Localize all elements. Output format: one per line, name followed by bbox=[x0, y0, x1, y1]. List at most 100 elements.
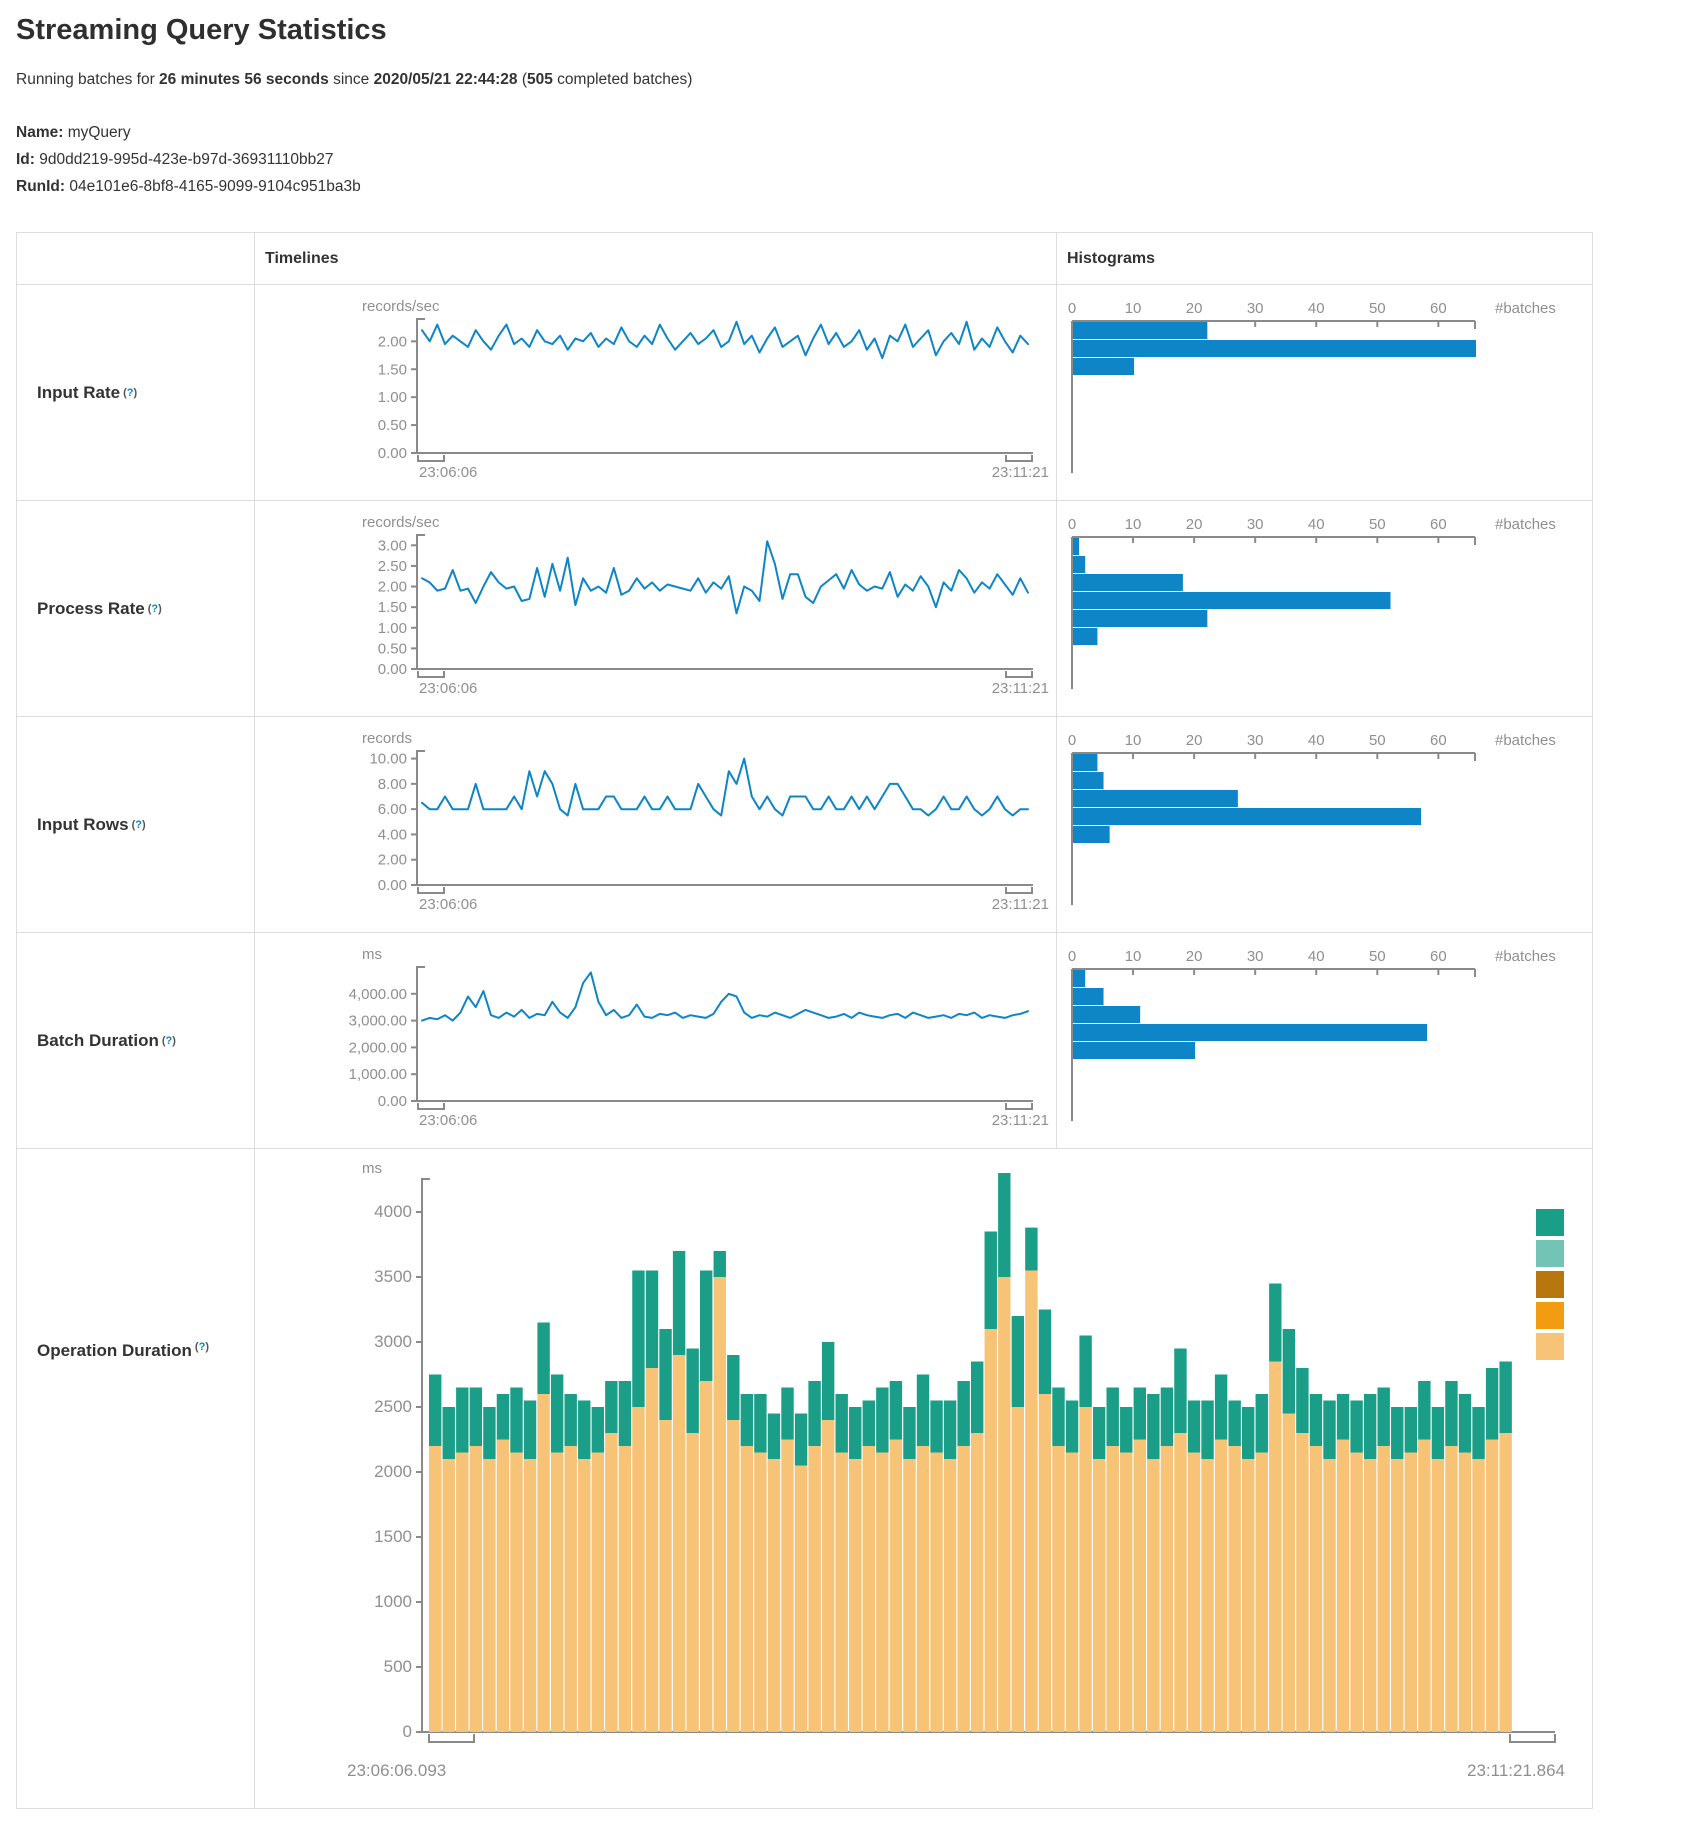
svg-text:records/sec: records/sec bbox=[362, 514, 440, 531]
header-histograms: Histograms bbox=[1056, 233, 1592, 284]
svg-text:23:11:21: 23:11:21 bbox=[992, 896, 1049, 913]
svg-text:500: 500 bbox=[384, 1657, 412, 1676]
svg-text:30: 30 bbox=[1247, 516, 1264, 533]
svg-text:10: 10 bbox=[1125, 516, 1142, 533]
process-rate-timeline-cell: records/sec3.002.502.001.501.000.500.002… bbox=[254, 501, 1056, 716]
query-name-line: Name: myQuery bbox=[16, 119, 1693, 146]
legend-swatch-tan bbox=[1536, 1333, 1564, 1360]
svg-text:23:11:21: 23:11:21 bbox=[992, 1112, 1049, 1129]
process-rate-histogram-cell: 0102030405060#batches bbox=[1056, 501, 1592, 716]
legend-swatch-orange bbox=[1536, 1302, 1564, 1329]
query-runid-value: 04e101e6-8bf8-4165-9099-9104c951ba3b bbox=[65, 178, 361, 195]
svg-text:1.00: 1.00 bbox=[378, 389, 407, 406]
svg-text:40: 40 bbox=[1308, 516, 1325, 533]
query-runid-line: RunId: 04e101e6-8bf8-4165-9099-9104c951b… bbox=[16, 173, 1693, 200]
svg-text:0.00: 0.00 bbox=[378, 1093, 407, 1110]
operation-duration-chart-cell: ms4000350030002500200015001000500023:06:… bbox=[254, 1149, 1592, 1808]
summary-since-timestamp: 2020/05/21 22:44:28 bbox=[374, 71, 518, 88]
input-rate-timeline-cell: records/sec2.001.501.000.500.0023:06:062… bbox=[254, 285, 1056, 500]
header-timelines: Timelines bbox=[254, 233, 1056, 284]
query-id-value: 9d0dd219-995d-423e-b97d-36931110bb27 bbox=[35, 151, 334, 168]
svg-text:10: 10 bbox=[1125, 300, 1142, 317]
svg-text:#batches: #batches bbox=[1495, 732, 1556, 749]
input-rate-histogram-chart: 0102030405060#batches bbox=[1057, 285, 1593, 500]
svg-text:0: 0 bbox=[1068, 516, 1076, 533]
batch-duration-timeline-cell: ms4,000.003,000.002,000.001,000.000.0023… bbox=[254, 933, 1056, 1148]
help-icon[interactable]: (?) bbox=[123, 387, 137, 399]
operation-duration-chart: ms4000350030002500200015001000500023:06:… bbox=[255, 1149, 1593, 1808]
svg-text:10.00: 10.00 bbox=[369, 751, 407, 768]
svg-text:30: 30 bbox=[1247, 300, 1264, 317]
svg-text:1000: 1000 bbox=[374, 1592, 412, 1611]
svg-text:#batches: #batches bbox=[1495, 300, 1556, 317]
streaming-statistics-page: Streaming Query Statistics Running batch… bbox=[0, 14, 1693, 1809]
svg-text:6.00: 6.00 bbox=[378, 801, 407, 818]
svg-text:3,000.00: 3,000.00 bbox=[349, 1013, 407, 1030]
table-row-batch-duration: Batch Duration (?) ms4,000.003,000.002,0… bbox=[17, 932, 1592, 1148]
svg-text:0.50: 0.50 bbox=[378, 640, 407, 657]
summary-paren: ( bbox=[518, 71, 527, 88]
operation-duration-legend bbox=[1536, 1209, 1564, 1364]
svg-text:23:06:06.093: 23:06:06.093 bbox=[347, 1761, 446, 1780]
svg-text:23:06:06: 23:06:06 bbox=[419, 896, 477, 913]
legend-swatch-teal bbox=[1536, 1209, 1564, 1236]
svg-text:4.00: 4.00 bbox=[378, 826, 407, 843]
svg-text:3000: 3000 bbox=[374, 1332, 412, 1351]
running-batches-summary: Running batches for 26 minutes 56 second… bbox=[16, 71, 1693, 89]
svg-text:2000: 2000 bbox=[374, 1462, 412, 1481]
svg-text:1.00: 1.00 bbox=[378, 620, 407, 637]
svg-text:0: 0 bbox=[403, 1722, 412, 1741]
page-title: Streaming Query Statistics bbox=[16, 14, 1693, 47]
svg-text:30: 30 bbox=[1247, 948, 1264, 965]
row-label-operation-duration: Operation Duration (?) bbox=[17, 1149, 254, 1808]
svg-text:1.50: 1.50 bbox=[378, 599, 407, 616]
summary-prefix: Running batches for bbox=[16, 71, 159, 88]
svg-text:60: 60 bbox=[1430, 300, 1447, 317]
svg-text:23:06:06: 23:06:06 bbox=[419, 464, 477, 481]
batch-duration-histogram-chart: 0102030405060#batches bbox=[1057, 933, 1593, 1148]
svg-text:20: 20 bbox=[1186, 948, 1203, 965]
svg-text:60: 60 bbox=[1430, 516, 1447, 533]
svg-text:2.00: 2.00 bbox=[378, 852, 407, 869]
input-rows-timeline-chart: records10.008.006.004.002.000.0023:06:06… bbox=[255, 717, 1057, 932]
svg-text:40: 40 bbox=[1308, 948, 1325, 965]
help-icon[interactable]: (?) bbox=[195, 1341, 209, 1353]
help-icon[interactable]: (?) bbox=[132, 819, 146, 831]
svg-text:10: 10 bbox=[1125, 732, 1142, 749]
svg-text:60: 60 bbox=[1430, 948, 1447, 965]
svg-text:40: 40 bbox=[1308, 300, 1325, 317]
legend-swatch-light-teal bbox=[1536, 1240, 1564, 1267]
svg-text:4000: 4000 bbox=[374, 1202, 412, 1221]
table-row-process-rate: Process Rate (?) records/sec3.002.502.00… bbox=[17, 500, 1592, 716]
svg-text:#batches: #batches bbox=[1495, 516, 1556, 533]
svg-text:30: 30 bbox=[1247, 732, 1264, 749]
svg-text:records: records bbox=[362, 730, 412, 747]
svg-text:40: 40 bbox=[1308, 732, 1325, 749]
process-rate-histogram-chart: 0102030405060#batches bbox=[1057, 501, 1593, 716]
row-label-batch-duration: Batch Duration (?) bbox=[17, 933, 254, 1148]
input-rate-timeline-chart: records/sec2.001.501.000.500.0023:06:062… bbox=[255, 285, 1057, 500]
svg-text:ms: ms bbox=[362, 1160, 382, 1177]
batch-duration-histogram-cell: 0102030405060#batches bbox=[1056, 933, 1592, 1148]
table-row-input-rows: Input Rows (?) records10.008.006.004.002… bbox=[17, 716, 1592, 932]
summary-batch-count: 505 bbox=[527, 71, 553, 88]
input-rows-histogram-chart: 0102030405060#batches bbox=[1057, 717, 1593, 932]
svg-text:20: 20 bbox=[1186, 516, 1203, 533]
svg-text:1500: 1500 bbox=[374, 1527, 412, 1546]
svg-text:60: 60 bbox=[1430, 732, 1447, 749]
help-icon[interactable]: (?) bbox=[162, 1035, 176, 1047]
svg-text:3500: 3500 bbox=[374, 1267, 412, 1286]
svg-text:10: 10 bbox=[1125, 948, 1142, 965]
svg-text:50: 50 bbox=[1369, 948, 1386, 965]
table-row-operation-duration: Operation Duration (?) ms400035003000250… bbox=[17, 1148, 1592, 1808]
query-id-line: Id: 9d0dd219-995d-423e-b97d-36931110bb27 bbox=[16, 146, 1693, 173]
help-icon[interactable]: (?) bbox=[148, 603, 162, 615]
svg-text:2.00: 2.00 bbox=[378, 579, 407, 596]
query-id-label: Id: bbox=[16, 151, 35, 168]
header-empty-cell bbox=[17, 233, 254, 284]
table-row-input-rate: Input Rate (?) records/sec2.001.501.000.… bbox=[17, 284, 1592, 500]
svg-text:0: 0 bbox=[1068, 300, 1076, 317]
query-info: Name: myQuery Id: 9d0dd219-995d-423e-b97… bbox=[16, 119, 1693, 200]
svg-text:ms: ms bbox=[362, 946, 382, 963]
input-rate-histogram-cell: 0102030405060#batches bbox=[1056, 285, 1592, 500]
